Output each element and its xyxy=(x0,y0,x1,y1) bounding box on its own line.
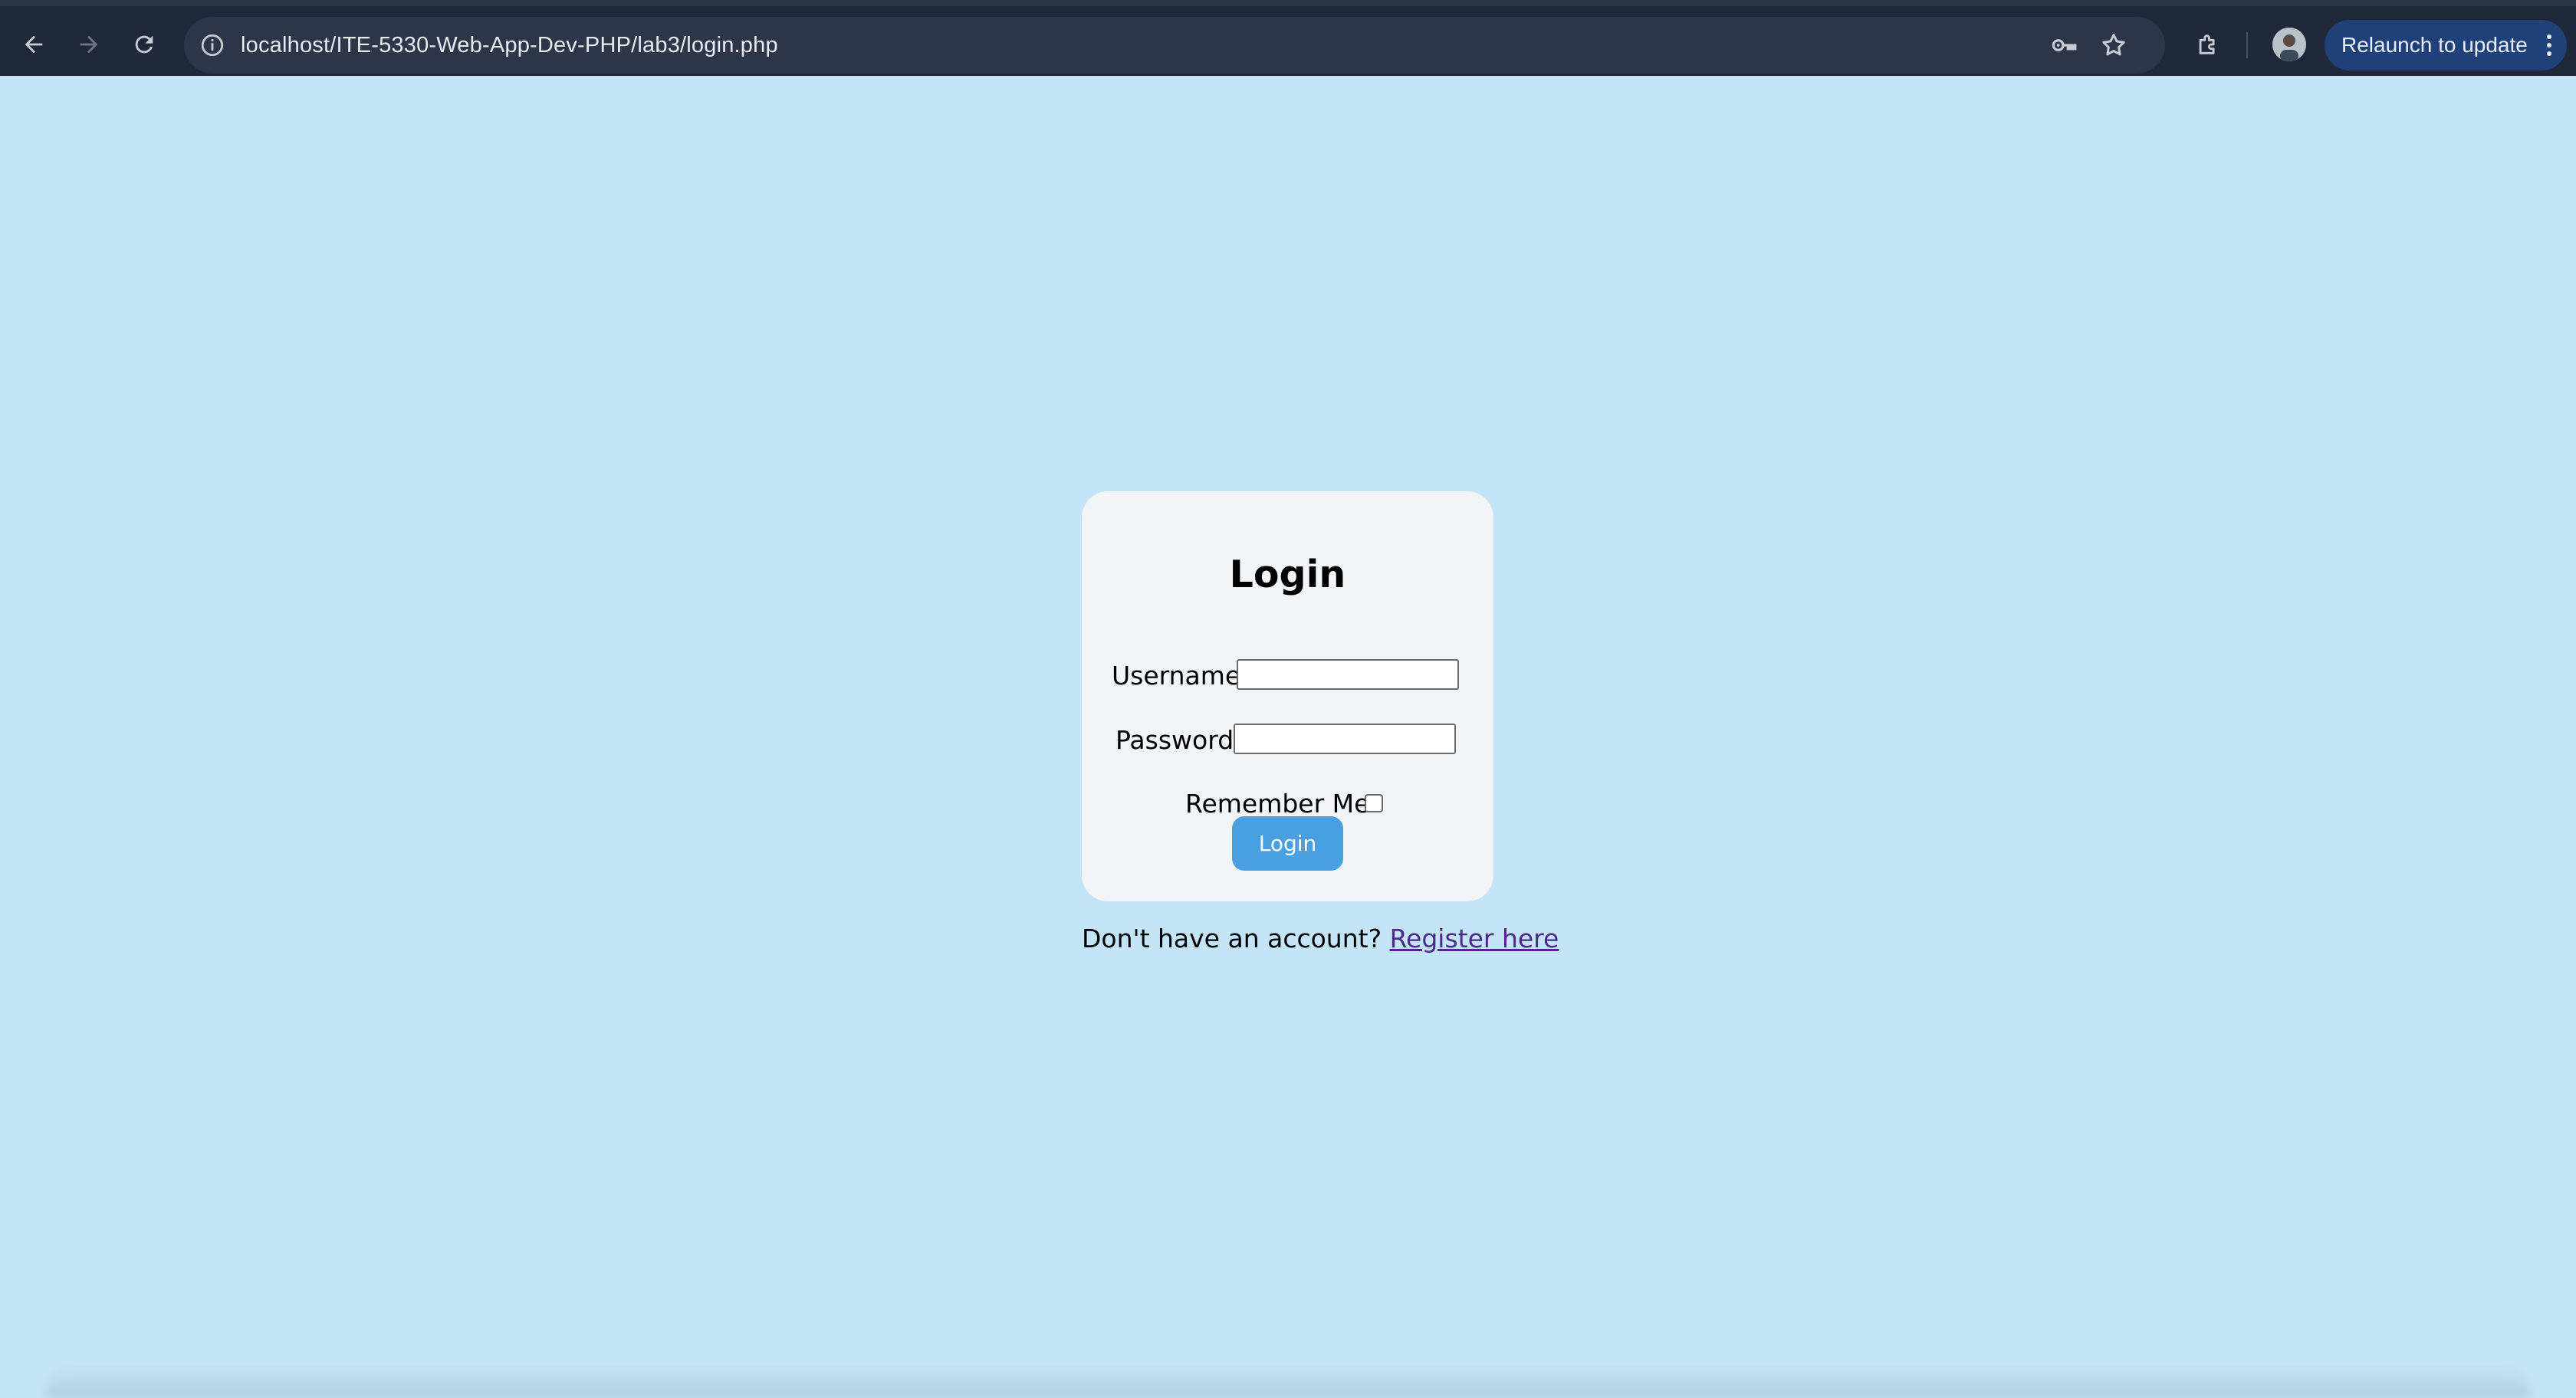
register-link[interactable]: Register here xyxy=(1390,924,1559,953)
relaunch-label: Relaunch to update xyxy=(2341,33,2528,57)
password-input[interactable] xyxy=(1234,724,1456,754)
window-bottom-shadow xyxy=(46,1367,2530,1398)
username-row: Username: xyxy=(1082,657,1493,695)
page-viewport: Login Username: Password: Remember Me: L… xyxy=(0,76,2576,1398)
url-text[interactable]: localhost/ITE-5330-Web-App-Dev-PHP/lab3/… xyxy=(241,17,778,74)
register-prompt: Don't have an account? xyxy=(1082,924,1382,953)
extensions-puzzle-icon xyxy=(2199,34,2215,54)
login-button[interactable]: Login xyxy=(1232,816,1343,871)
address-bar[interactable]: localhost/ITE-5330-Web-App-Dev-PHP/lab3/… xyxy=(184,17,2165,74)
register-prompt-line: Don't have an account? Register here xyxy=(1082,924,1559,953)
site-info-icon[interactable] xyxy=(198,31,227,60)
forward-button[interactable] xyxy=(67,23,110,66)
password-row: Password: xyxy=(1082,721,1493,760)
relaunch-to-update-button[interactable]: Relaunch to update xyxy=(2325,20,2567,71)
login-title: Login xyxy=(1229,553,1346,596)
username-label: Username: xyxy=(1112,661,1250,691)
login-card: Login Username: Password: Remember Me: L… xyxy=(1082,491,1493,901)
remember-checkbox[interactable] xyxy=(1365,794,1383,812)
password-label: Password: xyxy=(1116,725,1243,755)
back-arrow-icon xyxy=(25,35,43,54)
more-vert-icon[interactable] xyxy=(2545,34,2553,57)
password-key-icon[interactable] xyxy=(2047,29,2079,61)
toolbar-separator xyxy=(2246,32,2248,58)
browser-toolbar: localhost/ITE-5330-Web-App-Dev-PHP/lab3/… xyxy=(0,0,2576,76)
username-input[interactable] xyxy=(1237,659,1459,690)
back-button[interactable] xyxy=(12,23,55,66)
forward-arrow-icon xyxy=(80,35,98,54)
extensions-button[interactable] xyxy=(2187,23,2229,66)
profile-avatar[interactable] xyxy=(2272,28,2306,61)
bookmark-star-icon[interactable] xyxy=(2098,29,2130,61)
reload-icon xyxy=(135,35,153,54)
reload-button[interactable] xyxy=(123,23,166,66)
